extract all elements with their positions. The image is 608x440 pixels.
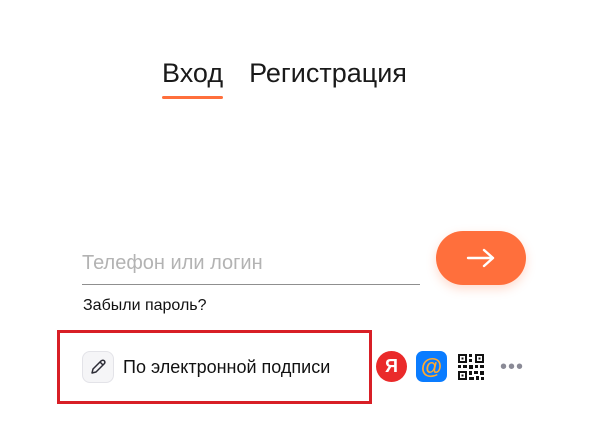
esign-icon-container: [82, 351, 114, 383]
yandex-login-button[interactable]: Я: [376, 351, 407, 382]
qr-code-icon: [458, 354, 484, 380]
arrow-right-icon: [466, 248, 495, 268]
qr-login-button[interactable]: [458, 354, 484, 380]
tab-register[interactable]: Регистрация: [249, 56, 407, 96]
forgot-password-link[interactable]: Забыли пароль?: [83, 297, 207, 315]
auth-tabs: Вход Регистрация: [162, 56, 407, 99]
mail-icon: @: [420, 353, 443, 379]
more-icon: •••: [499, 355, 524, 378]
esign-label: По электронной подписи: [123, 356, 331, 377]
login-input[interactable]: [82, 247, 420, 285]
more-options-button[interactable]: •••: [498, 355, 526, 379]
pen-icon: [91, 359, 106, 374]
tab-login[interactable]: Вход: [162, 56, 224, 99]
esign-login-button[interactable]: По электронной подписи: [82, 350, 330, 384]
yandex-icon: Я: [385, 356, 398, 376]
submit-button[interactable]: [436, 231, 526, 285]
mail-login-button[interactable]: @: [416, 351, 447, 382]
